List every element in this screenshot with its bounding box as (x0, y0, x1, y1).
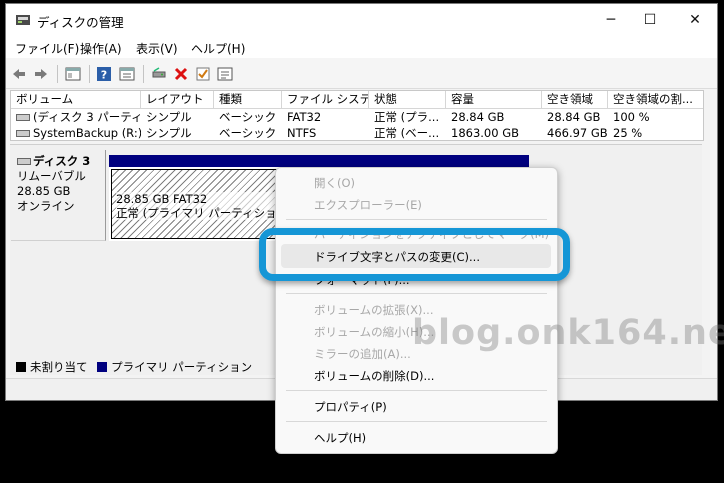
maximize-button[interactable]: ☐ (628, 8, 672, 32)
disk-name: ディスク 3 (33, 154, 91, 168)
cell-type: ベーシック (219, 110, 277, 124)
column-header-type[interactable]: 種類 (214, 91, 282, 108)
legend-unallocated-swatch (16, 362, 26, 372)
menu-item-properties[interactable]: プロパティ(P) (314, 399, 387, 415)
menu-item-delete-volume[interactable]: ボリュームの削除(D)... (314, 368, 434, 384)
disk-name-line: ディスク 3 (17, 154, 90, 168)
toolbar-separator (89, 65, 90, 83)
menu-item-explorer[interactable]: エクスプローラー(E) (314, 197, 422, 213)
cell-free-space: 466.97 GB (547, 126, 608, 140)
column-header-free-space[interactable]: 空き領域 (542, 91, 608, 108)
disk-management-icon (16, 15, 30, 25)
menu-separator (286, 390, 547, 391)
menu-item-open[interactable]: 開く(O) (314, 175, 355, 191)
volume-icon (16, 130, 30, 137)
watermark: blog.onk164.net (412, 313, 724, 353)
cell-volume: (ディスク 3 パーティシ... (11, 109, 141, 125)
menu-separator (286, 293, 547, 294)
cell-filesystem: NTFS (287, 126, 317, 140)
volume-icon (16, 114, 30, 121)
back-arrow-icon[interactable] (11, 66, 27, 82)
cell-capacity: 1863.00 GB (451, 126, 520, 140)
highlight-callout (259, 228, 570, 281)
cell-layout: シンプル (146, 126, 192, 140)
legend-unallocated-label: 未割り当て (30, 360, 88, 374)
svg-text:?: ? (101, 69, 107, 82)
close-button[interactable]: ✕ (673, 8, 717, 32)
delete-icon[interactable] (173, 66, 189, 82)
volume-list: ボリューム レイアウト 種類 ファイル システム 状態 容量 空き領域 空き領域… (10, 90, 704, 141)
menu-action[interactable]: 操作(A) (80, 40, 122, 57)
toolbar-separator (143, 65, 144, 83)
settings-icon[interactable] (217, 66, 233, 82)
cell-filesystem: FAT32 (287, 110, 322, 124)
minimize-button[interactable]: ─ (589, 8, 633, 32)
menu-bar: ファイル(F) 操作(A) 表示(V) ヘルプ(H) (6, 36, 717, 58)
disk-info-label[interactable]: ディスク 3 リムーバブル 28.85 GB オンライン (11, 150, 106, 241)
legend: 未割り当て プライマリ パーティション (16, 359, 252, 375)
volume-list-header: ボリューム レイアウト 種類 ファイル システム 状態 容量 空き領域 空き領域… (11, 91, 703, 109)
cell-free-space: 28.84 GB (547, 110, 601, 124)
menu-help[interactable]: ヘルプ(H) (191, 40, 245, 57)
legend-primary-swatch (97, 362, 108, 372)
forward-arrow-icon[interactable] (33, 66, 49, 82)
context-menu: 開く(O) エクスプローラー(E) パーティションをアクティブとしてマーク(M)… (275, 167, 558, 454)
disk-type: リムーバブル (17, 169, 86, 183)
column-header-status[interactable]: 状態 (369, 91, 446, 108)
table-row[interactable]: SystemBackup (R:) シンプル ベーシック NTFS 正常 (ベー… (11, 125, 703, 140)
partition-info: 28.85 GB FAT32 正常 (プライマリ パーティション) (116, 192, 293, 220)
partition-size-fs: 28.85 GB FAT32 (116, 192, 208, 206)
disk-icon (17, 158, 31, 165)
toolbar: ? (6, 58, 717, 89)
window-title: ディスクの管理 (37, 15, 124, 30)
menu-item-help[interactable]: ヘルプ(H) (314, 430, 366, 446)
cell-free-percent: 100 % (613, 110, 650, 124)
column-header-capacity[interactable]: 容量 (446, 91, 542, 108)
menu-separator (286, 421, 547, 422)
connect-icon[interactable] (151, 66, 167, 82)
column-header-layout[interactable]: レイアウト (141, 91, 214, 108)
cell-type: ベーシック (219, 126, 277, 140)
cell-volume: SystemBackup (R:) (11, 125, 141, 140)
toolbar-separator (57, 65, 58, 83)
help-icon[interactable]: ? (96, 66, 112, 82)
console-tree-icon[interactable] (65, 66, 81, 82)
column-header-filesystem[interactable]: ファイル システム (282, 91, 369, 108)
table-row[interactable]: (ディスク 3 パーティシ... シンプル ベーシック FAT32 正常 (プラ… (11, 109, 703, 125)
check-icon[interactable] (195, 66, 211, 82)
menu-separator (286, 219, 547, 220)
cell-layout: シンプル (146, 110, 192, 124)
partition-status: 正常 (プライマリ パーティション) (116, 206, 293, 220)
cell-free-percent: 25 % (613, 126, 643, 140)
cell-status: 正常 (ベー... (374, 126, 440, 140)
menu-file[interactable]: ファイル(F) (15, 40, 79, 57)
disk-size: 28.85 GB (17, 184, 71, 198)
properties-icon[interactable] (119, 66, 135, 82)
partition-color-bar (109, 155, 529, 167)
column-header-free-percent[interactable]: 空き領域の割... (608, 91, 703, 108)
cell-status: 正常 (プラ... (374, 110, 440, 124)
menu-item-add-mirror[interactable]: ミラーの追加(A)... (314, 346, 411, 362)
cell-capacity: 28.84 GB (451, 110, 505, 124)
menu-view[interactable]: 表示(V) (136, 40, 178, 57)
disk-status: オンライン (17, 199, 75, 213)
legend-primary-label: プライマリ パーティション (111, 360, 253, 374)
column-header-volume[interactable]: ボリューム (11, 91, 141, 108)
title-bar: ディスクの管理 ─ ☐ ✕ (6, 4, 717, 36)
